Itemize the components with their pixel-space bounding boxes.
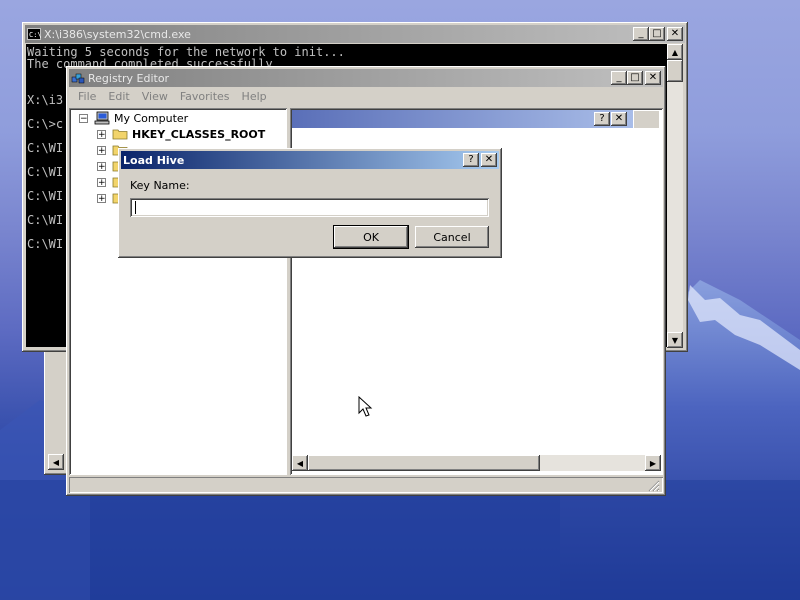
expand-icon[interactable]: + [97,193,106,203]
status-bar [69,477,663,493]
tree-root[interactable]: − My Computer [79,110,188,126]
scroll-down-arrow[interactable]: ▼ [667,332,683,348]
expand-icon[interactable]: + [97,161,106,171]
cmd-vertical-scrollbar[interactable]: ▲ ▼ [667,44,683,348]
regedit-title: Registry Editor [88,71,170,85]
background-window-scrollbar: ◀ [48,346,64,470]
expand-icon[interactable]: + [97,177,106,187]
menu-favorites[interactable]: Favorites [174,88,236,106]
console-line: C:\WI [27,237,64,251]
cancel-button[interactable]: Cancel [415,226,489,248]
console-line: C:\WI [27,141,64,155]
console-line: C:\>c [27,117,64,131]
console-line: X:\i3 [27,93,64,107]
load-hive-dialog[interactable]: Load Hive ? ✕ Key Name: OK Cancel [118,148,502,258]
svg-text:C:\: C:\ [29,31,41,39]
computer-icon [94,111,110,125]
console-icon: C:\ [27,28,41,40]
menu-bar: File Edit View Favorites Help [72,88,273,106]
scroll-thumb[interactable] [308,455,540,471]
key-name-label: Key Name: [130,179,190,192]
cmd-title: X:\i386\system32\cmd.exe [44,27,191,41]
console-line: C:\WI [27,213,64,227]
text-caret [135,201,136,214]
expand-icon[interactable]: + [97,145,106,155]
resize-grip-icon[interactable] [648,480,660,492]
scroll-up-arrow[interactable]: ▲ [667,44,683,60]
child-window-titlebar[interactable] [292,110,634,128]
child-window-edge [633,110,659,128]
collapse-icon[interactable]: − [79,113,88,123]
close-button[interactable]: ✕ [645,71,661,85]
close-button[interactable]: ✕ [667,27,683,41]
maximize-button[interactable]: □ [649,27,665,41]
scroll-left-arrow[interactable]: ◀ [292,455,308,471]
expand-icon[interactable]: + [97,129,106,139]
close-button[interactable]: ✕ [481,153,497,167]
child-help-button[interactable]: ? [594,112,610,126]
console-line: C:\WI [27,165,64,179]
regedit-icon [71,73,85,84]
tree-root-label: My Computer [114,111,189,125]
help-button[interactable]: ? [463,153,479,167]
folder-icon [112,129,128,140]
ok-button[interactable]: OK [333,225,409,249]
regedit-window[interactable]: Registry Editor _ □ ✕ File Edit View Fav… [66,66,666,496]
menu-view[interactable]: View [136,88,174,106]
scroll-left-arrow[interactable]: ◀ [48,454,64,470]
console-line: C:\WI [27,189,64,203]
scroll-right-arrow[interactable]: ▶ [645,455,661,471]
dialog-titlebar[interactable]: Load Hive ? ✕ [121,151,499,169]
menu-edit[interactable]: Edit [102,88,135,106]
child-close-button[interactable]: ✕ [611,112,627,126]
tree-key-item[interactable]: + HKEY_CLASSES_ROOT [97,126,265,142]
scroll-thumb[interactable] [667,60,683,82]
menu-file[interactable]: File [72,88,102,106]
dialog-title: Load Hive [123,153,185,167]
maximize-button[interactable]: □ [627,71,643,85]
menu-help[interactable]: Help [236,88,273,106]
value-horizontal-scrollbar[interactable]: ◀ ▶ [292,455,661,471]
cmd-titlebar[interactable]: C:\ X:\i386\system32\cmd.exe _ □ ✕ [25,25,685,43]
regedit-titlebar[interactable]: Registry Editor _ □ ✕ [69,69,663,87]
tree-key-label: HKEY_CLASSES_ROOT [132,127,266,141]
minimize-button[interactable]: _ [611,71,627,85]
minimize-button[interactable]: _ [633,27,649,41]
key-name-field[interactable] [130,198,489,217]
mouse-cursor-icon [358,396,373,417]
